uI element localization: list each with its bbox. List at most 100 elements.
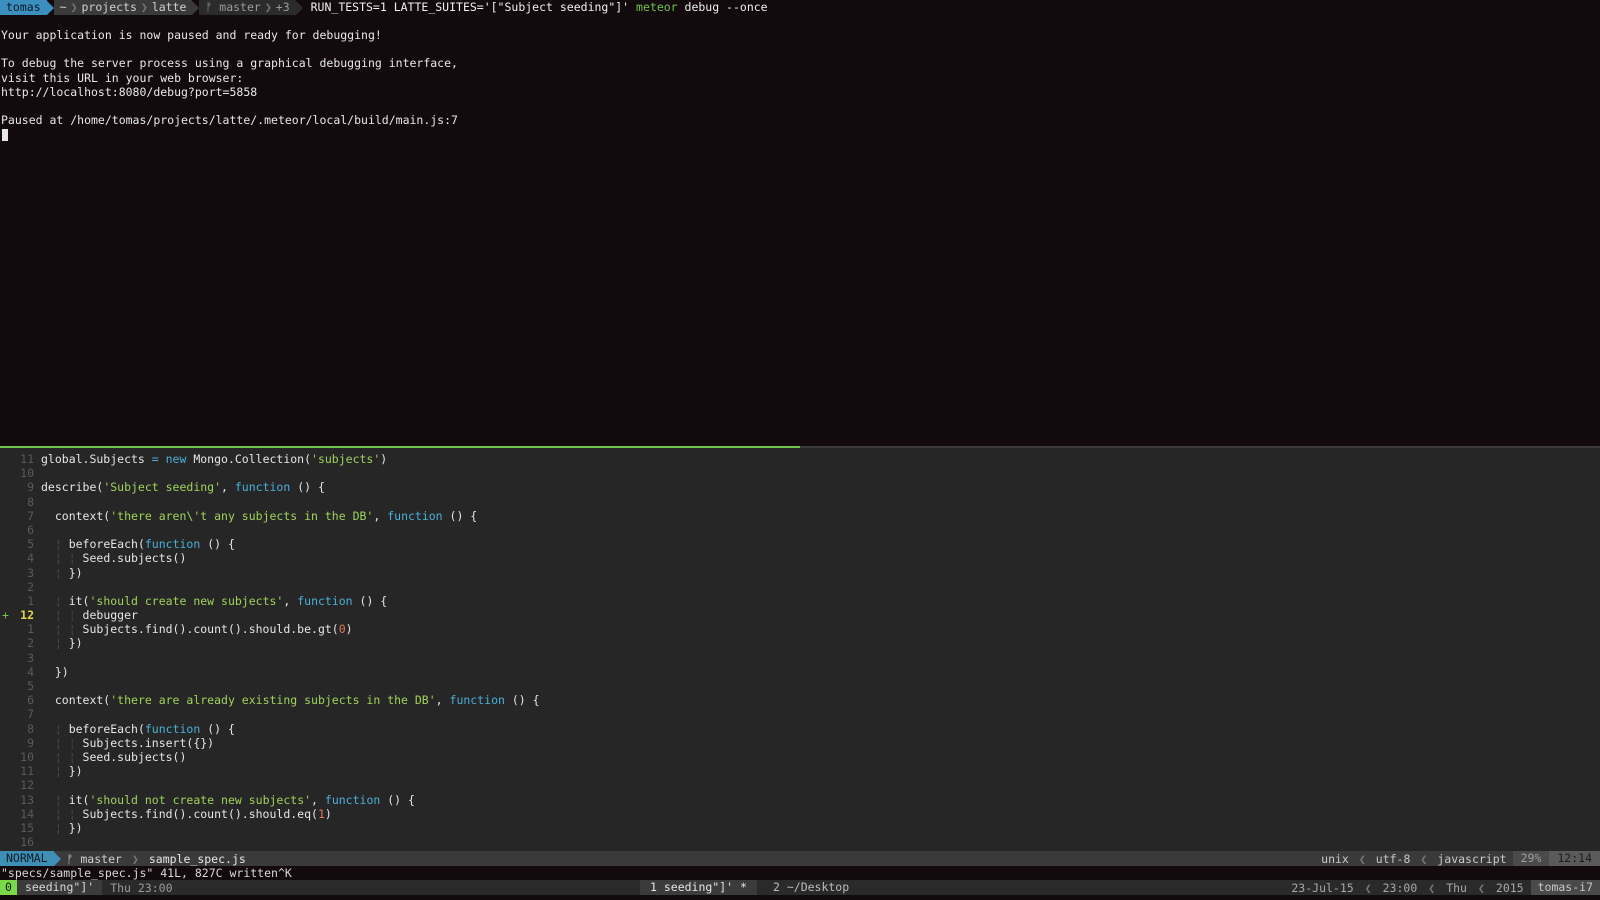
tmux-status-right: 23-Jul-15 ❮ 23:00 ❮ Thu ❮ 2015 tomas-i7 <box>1284 880 1600 895</box>
tmux-hostname: tomas-i7 <box>1530 880 1600 895</box>
code-line[interactable]: 5 <box>0 679 540 693</box>
output-line[interactable]: http://localhost:8080/debug?port=5858 <box>1 85 458 99</box>
code-line[interactable]: 9 describe('Subject seeding', function ()… <box>0 480 540 494</box>
code-token: function <box>324 792 381 807</box>
code-text: ¦ beforeEach(function () { <box>41 722 235 736</box>
code-token: context( <box>41 693 111 708</box>
code-line[interactable]: 15 ¦ }) <box>0 821 540 835</box>
code-token: ¦ ¦ <box>41 622 83 637</box>
code-token: ) <box>380 452 388 466</box>
code-token: ¦ ¦ <box>41 608 83 623</box>
code-line[interactable]: 4 ¦ ¦ Seed.subjects() <box>0 551 540 565</box>
code-token: , <box>283 593 298 608</box>
code-line[interactable]: 10 ¦ ¦ Seed.subjects() <box>0 750 540 764</box>
code-text: ¦ }) <box>41 821 83 835</box>
code-token: () { <box>290 480 325 495</box>
code-token: ¦ <box>41 721 69 736</box>
code-token: Mongo.Collection( <box>186 452 312 466</box>
tmux-day: Thu <box>1446 880 1467 895</box>
line-number: 10 <box>20 466 34 481</box>
code-line[interactable]: 7 context('there aren\'t any subjects in… <box>0 509 540 523</box>
tmux-session-name: seeding"]' <box>16 880 103 895</box>
code-token: ¦ <box>41 792 69 807</box>
line-number: 13 <box>20 792 34 807</box>
path-home: ~ <box>59 0 67 14</box>
code-area[interactable]: 11 global.Subjects = new Mongo.Collection… <box>0 452 540 849</box>
code-line[interactable]: 11 global.Subjects = new Mongo.Collection… <box>0 452 540 466</box>
code-token: ¦ ¦ <box>41 551 83 566</box>
code-text: ¦ beforeEach(function () { <box>41 537 235 551</box>
code-line[interactable]: 3 ¦ }) <box>0 566 540 580</box>
line-number: 6 <box>27 693 34 708</box>
line-number: 7 <box>27 508 34 523</box>
code-text: }) <box>41 665 69 679</box>
prompt-user: tomas <box>0 0 47 15</box>
path-projects: projects <box>81 0 137 14</box>
powerline-arrow-icon <box>295 0 303 15</box>
code-line[interactable]: 13 ¦ it('should not create new subjects'… <box>0 793 540 807</box>
tmux-window-index: 0 <box>0 880 17 895</box>
output-line: visit this URL in your web browser: <box>1 70 244 85</box>
code-line[interactable]: 1 ¦ ¦ Subjects.find().count().should.be.… <box>0 622 540 636</box>
chevron-right-icon: ❯ <box>264 0 272 14</box>
statusline-encoding: utf-8 <box>1375 851 1411 866</box>
code-token: }) <box>68 820 83 835</box>
tmux-window-1[interactable]: 1 seeding"]' * <box>640 880 757 895</box>
git-changes: +3 <box>275 0 290 14</box>
line-number: 9 <box>27 480 34 495</box>
code-line[interactable]: 1 ¦ it('should create new subjects', fun… <box>0 594 540 608</box>
command-prefix: RUN_TESTS=1 LATTE_SUITES='["Subject seed… <box>310 0 637 14</box>
code-line[interactable]: 10 <box>0 466 540 480</box>
code-line[interactable]: 3 <box>0 651 540 665</box>
code-text: ¦ ¦ Subjects.insert({}) <box>41 736 214 750</box>
code-line[interactable]: 8 <box>0 495 540 509</box>
chevron-right-icon: ❯ <box>70 0 78 14</box>
code-line[interactable]: 2 <box>0 580 540 594</box>
line-number: 2 <box>27 636 34 651</box>
line-number: 3 <box>27 650 34 665</box>
code-line[interactable]: 6 <box>0 523 540 537</box>
code-text: ¦ ¦ Subjects.find().count().should.eq(1) <box>41 807 332 821</box>
code-token: ¦ <box>41 593 69 608</box>
bottom-strip <box>0 895 1600 900</box>
statusline-right: unix ❮ utf-8 ❮ javascript 29% 12:14 <box>1315 851 1600 866</box>
code-token: () { <box>200 721 235 736</box>
code-token: }) <box>41 664 69 679</box>
code-text: ¦ it('should not create new subjects', f… <box>41 793 415 807</box>
code-token: ¦ <box>41 636 69 651</box>
code-line[interactable]: 8 ¦ beforeEach(function () { <box>0 722 540 736</box>
line-number: 7 <box>27 707 34 722</box>
code-line[interactable]: 9 ¦ ¦ Subjects.insert({}) <box>0 736 540 750</box>
code-token: ) <box>345 622 353 637</box>
path-latte: latte <box>151 0 187 14</box>
code-line[interactable]: 5 ¦ beforeEach(function () { <box>0 537 540 551</box>
command-line[interactable]: RUN_TESTS=1 LATTE_SUITES='["Subject seed… <box>303 0 768 15</box>
terminal-pane[interactable]: tomas ~ ❯ projects ❯ latte ᚠ master ❯ +3… <box>0 0 1600 446</box>
tmux-year: 2015 <box>1495 880 1524 895</box>
code-token: , <box>221 480 235 495</box>
git-added-sign: + <box>2 608 9 623</box>
statusline-percent: 29% <box>1512 851 1550 866</box>
code-token: ¦ <box>41 537 69 552</box>
code-token: 1 <box>317 806 325 821</box>
code-line[interactable]: 12 <box>0 778 540 792</box>
code-line[interactable]: +12 ¦ ¦ debugger <box>0 608 540 622</box>
code-line[interactable]: 6 context('there are already existing su… <box>0 693 539 708</box>
code-line[interactable]: 14 ¦ ¦ Subjects.find().count().should.eq… <box>0 807 540 821</box>
vim-editor-pane[interactable]: 11 global.Subjects = new Mongo.Collection… <box>0 448 1600 851</box>
code-token: }) <box>68 565 83 580</box>
tmux-window-2[interactable]: 2 ~/Desktop <box>765 880 857 895</box>
code-line[interactable]: 2 ¦ }) <box>0 636 540 650</box>
code-text: ¦ }) <box>41 636 83 650</box>
tmux-statusbar: 0 seeding"]' Thu 23:00 1 seeding"]' * 2 … <box>0 880 1600 895</box>
code-token: Subjects.find().count().should.be.gt( <box>82 622 339 637</box>
code-token: ¦ ¦ <box>41 735 83 750</box>
code-line[interactable]: 4 }) <box>0 665 540 679</box>
code-text: ¦ }) <box>41 764 83 778</box>
code-line[interactable]: 7 <box>0 707 540 721</box>
code-line[interactable]: 11 ¦ }) <box>0 764 540 778</box>
statusline-filetype: javascript <box>1437 851 1507 866</box>
statusline-fileformat: unix <box>1321 851 1349 866</box>
code-line[interactable]: 16 <box>0 835 540 849</box>
